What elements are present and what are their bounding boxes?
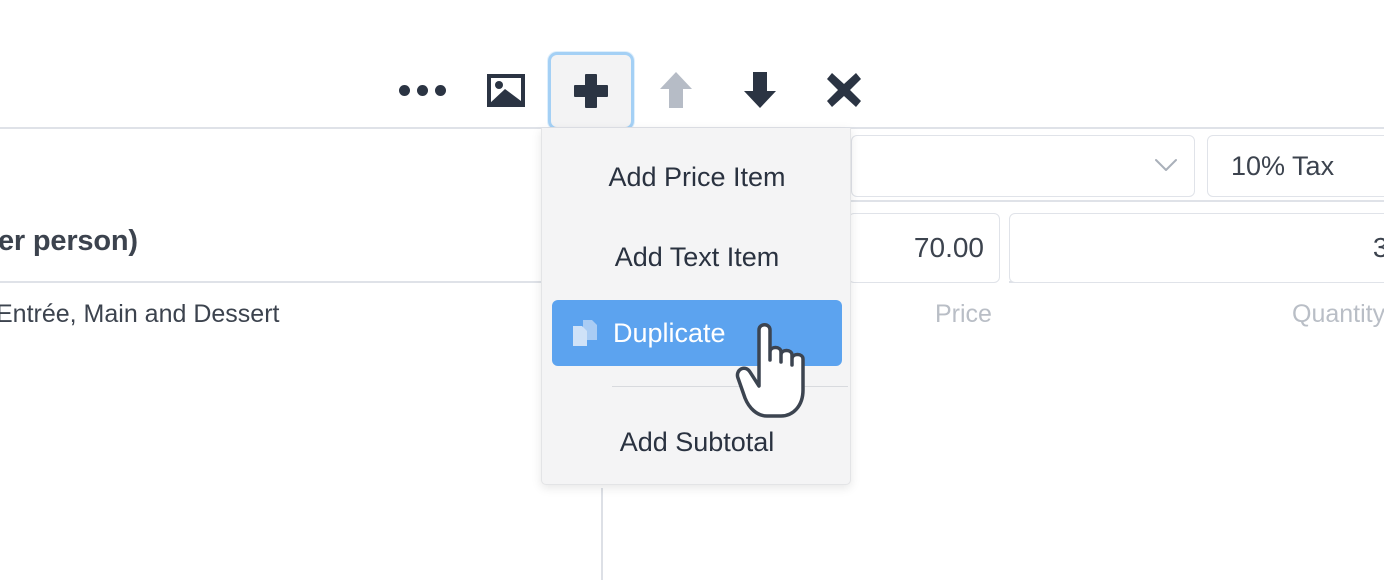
category-select[interactable] (851, 135, 1195, 197)
line-item-title[interactable]: er person) (0, 225, 138, 258)
insert-image-button[interactable] (464, 52, 548, 128)
move-up-button[interactable] (634, 52, 718, 128)
tax-field[interactable]: 10% Tax (1207, 135, 1384, 197)
plus-icon (574, 74, 608, 108)
line-item-description[interactable]: Entrée, Main and Dessert (0, 300, 279, 329)
arrow-down-icon (744, 72, 776, 108)
more-options-button[interactable] (380, 52, 464, 128)
menu-item-label: Duplicate (613, 317, 726, 348)
row-divider-right-top (851, 200, 1384, 202)
price-caption: Price (935, 300, 992, 328)
delete-item-button[interactable] (802, 52, 886, 128)
row-divider-title (0, 281, 560, 283)
tax-value: 10% Tax (1231, 151, 1335, 181)
duplicate-icon (572, 319, 598, 347)
quantity-value: 30 (1372, 232, 1384, 263)
add-item-dropdown-menu: Add Price Item Add Text Item Duplicate A… (541, 128, 851, 485)
item-toolbar (0, 0, 1384, 130)
price-value: 70.00 (913, 232, 984, 263)
ellipsis-icon (398, 84, 446, 96)
toolbar-button-group (380, 52, 886, 130)
menu-item-add-text-item[interactable]: Add Text Item (552, 224, 842, 290)
menu-item-add-subtotal[interactable]: Add Subtotal (552, 409, 842, 475)
arrow-up-icon (660, 72, 692, 108)
chevron-down-icon (1155, 159, 1177, 171)
price-input[interactable]: 70.00 (848, 213, 1000, 283)
menu-separator (612, 386, 848, 387)
invoice-line-item-editor: er person) Entrée, Main and Dessert 10% … (0, 0, 1384, 580)
image-icon (487, 73, 525, 107)
menu-item-label: Add Text Item (614, 241, 780, 272)
add-item-button[interactable] (548, 52, 634, 130)
menu-item-duplicate[interactable]: Duplicate (552, 300, 842, 366)
menu-item-label: Add Subtotal (619, 426, 775, 457)
column-divider (601, 488, 603, 580)
quantity-input[interactable]: 30 (1009, 213, 1384, 283)
close-x-icon (827, 73, 861, 107)
quantity-caption: Quantity (1292, 300, 1384, 328)
menu-item-add-price-item[interactable]: Add Price Item (552, 144, 842, 210)
menu-item-label: Add Price Item (608, 161, 786, 192)
move-down-button[interactable] (718, 52, 802, 128)
